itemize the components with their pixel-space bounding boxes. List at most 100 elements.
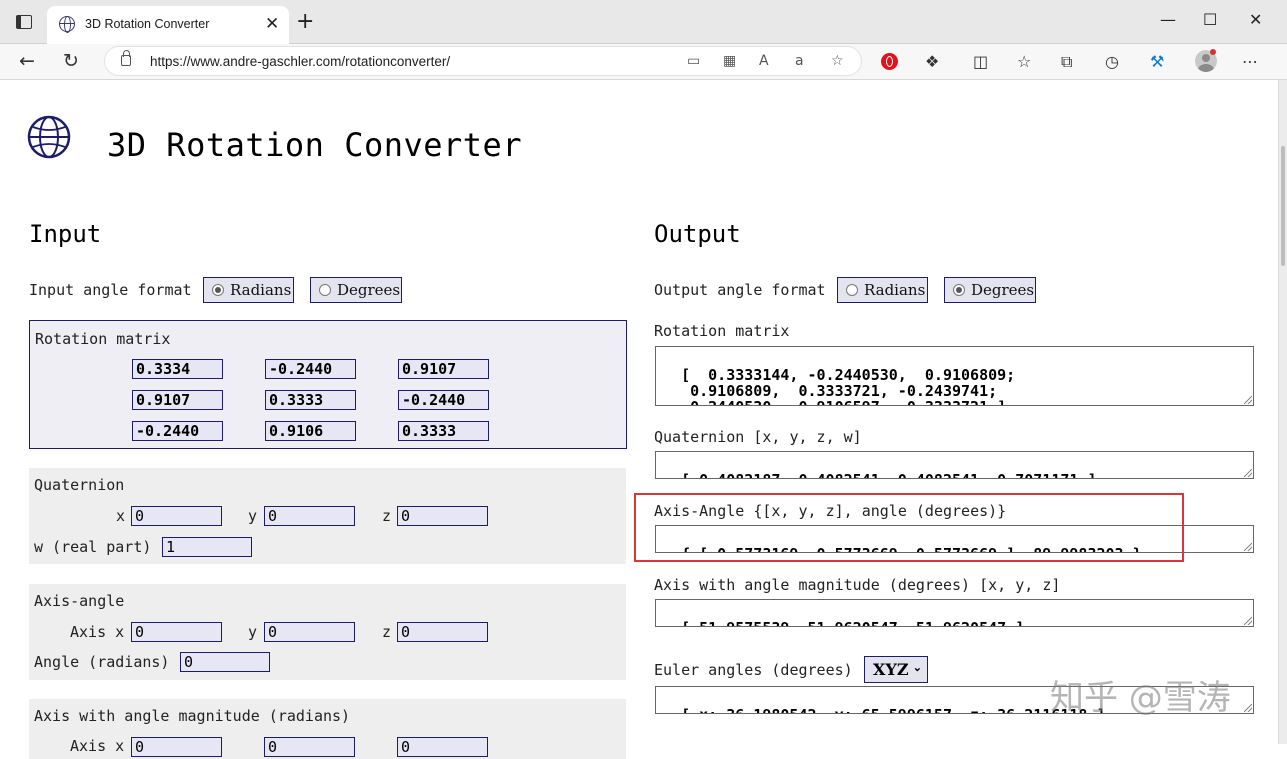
new-tab-button[interactable]: + (296, 10, 314, 34)
output-rotation-matrix-value: [ 0.3333144, -0.2440530, 0.9106809; 0.91… (681, 366, 1016, 405)
devices-icon[interactable]: ▭ (687, 52, 700, 70)
matrix-cell[interactable]: 0.9106 (265, 421, 356, 441)
sidebar-icon[interactable] (16, 15, 32, 29)
matrix-cell[interactable]: 0.9107 (132, 390, 223, 410)
matrix-cell[interactable]: -0.2440 (265, 359, 356, 379)
quaternion-x-label: x (116, 507, 126, 525)
scrollbar[interactable] (1278, 80, 1287, 744)
output-quaternion-textarea[interactable]: [ 0.4082187, 0.4082541, 0.4082541, 0.707… (655, 451, 1254, 479)
output-euler-value: [ x: 36.1980542, y: 65.5996157, z: 36.21… (681, 706, 1105, 713)
input-quaternion-panel: Quaternion x 0 y 0 z 0 w (real part) 1 (29, 468, 626, 564)
globe-icon (59, 16, 75, 33)
quaternion-x-input[interactable]: 0 (131, 506, 222, 526)
opera-icon[interactable] (881, 53, 898, 70)
axis-angle-y-input[interactable]: 0 (264, 622, 355, 642)
axis-magnitude-label: Axis with angle magnitude (radians) (34, 707, 351, 725)
matrix-cell[interactable]: 0.3333 (265, 390, 356, 410)
axis-x-label: Axis x (70, 623, 125, 641)
resize-handle-icon[interactable] (1244, 617, 1252, 625)
matrix-cell[interactable]: 0.3334 (132, 359, 223, 379)
quaternion-z-label: z (382, 507, 392, 525)
output-axis-magnitude-textarea[interactable]: [ 51.9575539, 51.9620547, 51.9620547 ] (655, 599, 1254, 627)
matrix-cell[interactable]: 0.9107 (398, 359, 489, 379)
minimize-button[interactable]: — (1160, 10, 1176, 30)
input-angle-format-label: Input angle format (29, 281, 192, 299)
axis-y-label: y (248, 623, 258, 641)
angle-radians-label: Angle (radians) (34, 653, 170, 671)
url-text[interactable]: https://www.andre-gaschler.com/rotationc… (150, 54, 450, 69)
axis-z-label: z (382, 623, 392, 641)
quaternion-w-input[interactable]: 1 (162, 537, 252, 557)
output-rotation-matrix-label: Rotation matrix (654, 322, 790, 340)
read-aloud-icon[interactable]: A (759, 52, 769, 70)
quaternion-y-input[interactable]: 0 (264, 506, 355, 526)
split-screen-icon[interactable]: ◫ (973, 52, 988, 72)
back-icon[interactable]: ← (19, 49, 35, 73)
rotation-matrix-label: Rotation matrix (35, 330, 171, 348)
more-icon[interactable]: ⋯ (1242, 52, 1258, 72)
output-rotation-matrix-textarea[interactable]: [ 0.3333144, -0.2440530, 0.9106809; 0.91… (655, 346, 1254, 406)
output-radians-radio[interactable]: Radians (837, 277, 928, 303)
input-axis-magnitude-panel: Axis with angle magnitude (radians) Axis… (29, 699, 626, 759)
output-axis-magnitude-label: Axis with angle magnitude (degrees) [x, … (654, 576, 1061, 594)
matrix-cell[interactable]: 0.3333 (398, 421, 489, 441)
add-favorite-icon[interactable]: ☆ (831, 52, 844, 70)
tab-close-button[interactable]: ✕ (265, 14, 279, 34)
axis-angle-angle-input[interactable]: 0 (180, 652, 270, 672)
radio-label: Degrees (337, 281, 401, 299)
euler-order-select[interactable]: XYZ ⌄ (864, 656, 928, 683)
radio-selected-icon (212, 284, 224, 296)
performance-icon[interactable]: ⚒ (1150, 52, 1164, 72)
watermark: 知乎 @雪涛 (1050, 678, 1231, 718)
matrix-cell[interactable]: -0.2440 (132, 421, 223, 441)
quaternion-z-input[interactable]: 0 (397, 506, 488, 526)
apps-icon[interactable]: ▦ (723, 52, 736, 70)
lock-icon[interactable] (121, 50, 131, 66)
quaternion-y-label: y (248, 507, 258, 525)
input-radians-radio[interactable]: Radians (203, 277, 294, 303)
maximize-button[interactable]: ☐ (1203, 10, 1217, 30)
radio-label: Radians (230, 281, 292, 299)
axis-angle-x-input[interactable]: 0 (131, 622, 222, 642)
radio-label: Degrees (971, 281, 1035, 299)
axis-x-label: Axis x (70, 737, 125, 755)
resize-handle-icon[interactable] (1244, 543, 1252, 551)
tab-active[interactable]: 3D Rotation Converter ✕ (47, 6, 289, 44)
output-degrees-radio[interactable]: Degrees (944, 277, 1036, 303)
axis-magnitude-z-input[interactable]: 0 (397, 737, 488, 757)
output-heading: Output (654, 220, 741, 248)
address-bar-row: ← ↻ https://www.andre-gaschler.com/rotat… (0, 44, 1287, 80)
axis-angle-z-input[interactable]: 0 (397, 622, 488, 642)
url-bar[interactable]: https://www.andre-gaschler.com/rotationc… (104, 46, 862, 76)
resize-handle-icon[interactable] (1244, 704, 1252, 712)
input-axis-angle-panel: Axis-angle Axis x 0 y 0 z 0 Angle (radia… (29, 584, 626, 680)
history-icon[interactable]: ◷ (1105, 52, 1119, 72)
output-axis-magnitude-value: [ 51.9575539, 51.9620547, 51.9620547 ] (681, 619, 1024, 626)
radio-unselected-icon (319, 284, 331, 296)
output-quaternion-value: [ 0.4082187, 0.4082541, 0.4082541, 0.707… (681, 471, 1096, 478)
globe-icon (27, 115, 71, 159)
chevron-down-icon: ⌄ (912, 661, 922, 674)
axis-magnitude-x-input[interactable]: 0 (131, 737, 222, 757)
euler-order-value: XYZ (873, 660, 909, 679)
extensions-icon[interactable]: ❖ (925, 52, 939, 72)
favorites-icon[interactable]: ☆ (1017, 52, 1031, 72)
output-quaternion-label: Quaternion [x, y, z, w] (654, 428, 862, 446)
tab-bar: 3D Rotation Converter ✕ + — ☐ ✕ (0, 0, 1287, 44)
refresh-icon[interactable]: ↻ (63, 49, 79, 73)
output-euler-label: Euler angles (degrees) (654, 661, 853, 679)
collections-icon[interactable]: ⧉ (1061, 52, 1072, 72)
highlight-box (634, 493, 1184, 562)
translate-icon[interactable]: a (795, 52, 804, 70)
matrix-cell[interactable]: -0.2440 (398, 390, 489, 410)
axis-magnitude-y-input[interactable]: 0 (264, 737, 355, 757)
quaternion-w-label: w (real part) (34, 538, 152, 556)
close-window-button[interactable]: ✕ (1249, 10, 1262, 30)
resize-handle-icon[interactable] (1244, 396, 1252, 404)
input-heading: Input (29, 220, 102, 248)
radio-label: Radians (864, 281, 926, 299)
radio-selected-icon (953, 284, 965, 296)
axis-angle-label: Axis-angle (34, 592, 125, 610)
input-degrees-radio[interactable]: Degrees (310, 277, 402, 303)
resize-handle-icon[interactable] (1244, 469, 1252, 477)
